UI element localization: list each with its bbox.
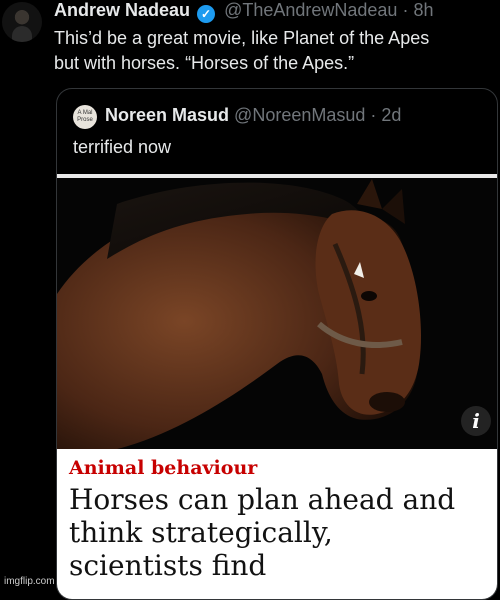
headline-line: scientists find bbox=[69, 549, 267, 582]
quote-header: Noreen Masud @NoreenMasud · 2d bbox=[105, 105, 401, 126]
author-handle[interactable]: @TheAndrewNadeau bbox=[224, 0, 397, 20]
headline-line: think strategically, bbox=[69, 516, 333, 549]
imgflip-watermark: imgflip.com bbox=[4, 576, 55, 587]
tweet-text: This’d be a great movie, like Planet of … bbox=[54, 26, 494, 76]
article-kicker: Animal behaviour bbox=[69, 457, 258, 479]
quote-author-handle[interactable]: @NoreenMasud bbox=[234, 105, 365, 125]
tweet-header: Andrew Nadeau ✓ @TheAndrewNadeau · 8h bbox=[54, 0, 433, 23]
quote-author-name[interactable]: Noreen Masud bbox=[105, 105, 229, 125]
quoted-tweet[interactable]: A Mal Prose Noreen Masud @NoreenMasud · … bbox=[56, 88, 498, 600]
tweet-text-line: This’d be a great movie, like Planet of … bbox=[54, 28, 430, 48]
tweet-time[interactable]: · 8h bbox=[402, 0, 433, 20]
avatar[interactable] bbox=[2, 2, 42, 42]
author-name[interactable]: Andrew Nadeau bbox=[54, 0, 190, 20]
verified-badge-icon: ✓ bbox=[197, 5, 216, 23]
headline-line: Horses can plan ahead and bbox=[69, 483, 456, 516]
info-icon[interactable]: i bbox=[461, 406, 491, 436]
horse-image[interactable]: i bbox=[57, 174, 497, 449]
tweet-text-line: but with horses. “Horses of the Apes.” bbox=[54, 53, 355, 73]
image-divider bbox=[57, 174, 497, 178]
quote-time[interactable]: · 2d bbox=[370, 105, 401, 125]
article-card[interactable]: Animal behaviour Horses can plan ahead a… bbox=[57, 449, 497, 599]
horse-illustration bbox=[57, 179, 422, 449]
quote-avatar[interactable]: A Mal Prose bbox=[73, 105, 97, 129]
article-headline: Horses can plan ahead and think strategi… bbox=[69, 483, 489, 582]
quote-text: terrified now bbox=[73, 137, 172, 157]
